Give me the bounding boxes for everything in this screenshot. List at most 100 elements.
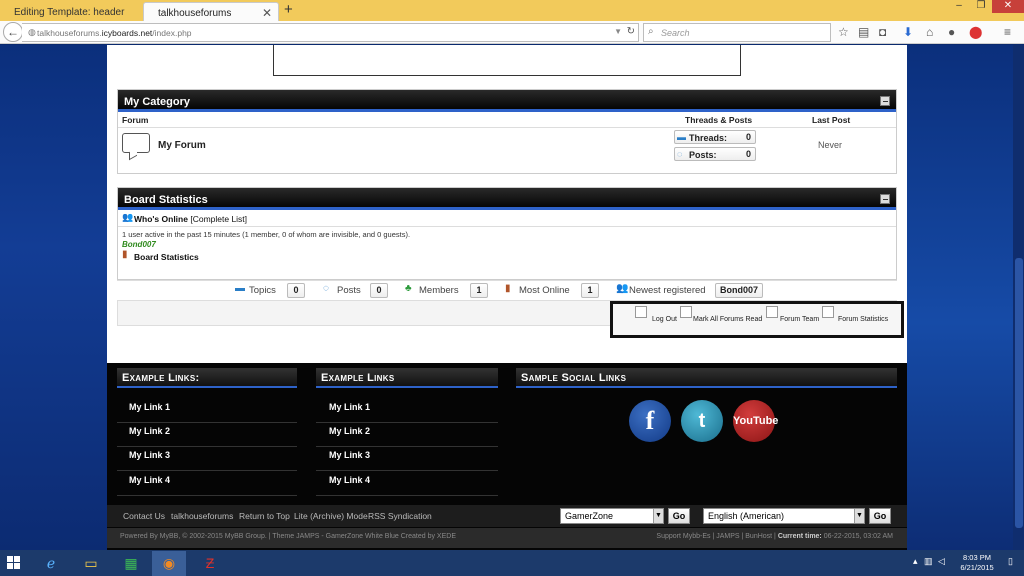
close-tab-icon[interactable]: ✕ — [262, 6, 272, 20]
newest-label: Newest registered — [629, 285, 706, 296]
footer-col3-title: Sample Social Links — [516, 368, 897, 388]
contact-us-link[interactable]: Contact Us — [123, 511, 165, 521]
theme-go-button[interactable]: Go — [668, 508, 690, 524]
online-summary: 1 user active in the past 15 minutes (1 … — [122, 230, 411, 239]
url-bar[interactable]: ◍ talkhouseforums.icyboards.net/index.ph… — [22, 23, 639, 42]
tab-title: Editing Template: header — [14, 7, 125, 18]
footer-link[interactable]: My Link 2 — [129, 426, 170, 436]
firefox-icon[interactable]: ◉ — [152, 551, 186, 576]
excel-icon[interactable]: ▦ — [114, 551, 148, 576]
most-online-value: 1 — [581, 283, 599, 298]
new-tab-button[interactable]: + — [284, 1, 293, 18]
footer-divider — [316, 495, 498, 496]
category-column-headers: Forum Threads & Posts Last Post — [118, 112, 896, 128]
collapse-icon[interactable] — [880, 96, 890, 106]
network-icon[interactable]: ▥ — [924, 556, 933, 567]
rss-link[interactable]: RSS Syndication — [368, 511, 432, 521]
most-online-label: Most Online — [519, 285, 570, 296]
footer-divider — [117, 495, 297, 496]
navigation-toolbar: ← ◍ talkhouseforums.icyboards.net/index.… — [0, 21, 1024, 44]
posts-stat-value: 0 — [370, 283, 388, 298]
menu-icon[interactable]: ≡ — [1004, 25, 1011, 39]
language-select-value: English (American) — [708, 511, 785, 521]
site-home-link[interactable]: talkhouseforums — [171, 511, 233, 521]
whos-online-link[interactable]: Who's Online — [134, 214, 188, 224]
tab-title: talkhouseforums — [158, 8, 232, 19]
theme-select[interactable]: GamerZone ▼ — [560, 508, 664, 524]
taskbar-clock[interactable]: 8:03 PM 6/21/2015 — [952, 553, 1002, 573]
newest-member-link[interactable]: Bond007 — [715, 283, 763, 298]
tab-talkhouseforums[interactable]: talkhouseforums ✕ — [143, 2, 279, 21]
bookmarks-list-icon[interactable]: ▤ — [858, 25, 869, 39]
download-icon[interactable]: ⬇ — [903, 25, 913, 39]
online-user-link[interactable]: Bond007 — [122, 240, 156, 249]
members-icon: ♣ — [405, 283, 412, 294]
footer-link[interactable]: My Link 4 — [129, 475, 170, 485]
user-links-box: Log Out Mark All Forums Read Forum Team … — [610, 301, 904, 338]
url-text: talkhouseforums.icyboards.net/index.php — [37, 28, 192, 38]
tray-arrow-icon[interactable]: ▴ — [913, 556, 918, 567]
filezilla-icon[interactable]: Ƶ — [193, 551, 227, 576]
restore-icon[interactable]: ❐ — [970, 0, 992, 13]
collapse-icon[interactable] — [880, 194, 890, 204]
posts-icon: ◌ — [677, 149, 683, 159]
addon-badge-icon[interactable]: ⬤ — [969, 25, 982, 39]
tab-editing-template[interactable]: Editing Template: header — [0, 2, 142, 21]
footer-divider — [316, 470, 498, 471]
forum-row: My Forum ▬ Threads: 0 ◌ Posts: 0 Never — [118, 128, 896, 168]
whos-online-row: 👥 Who's Online [Complete List] — [118, 210, 896, 227]
file-explorer-icon[interactable]: ▭ — [74, 551, 108, 576]
home-icon[interactable]: ⌂ — [926, 25, 933, 39]
stats-chart-icon: ▮ — [122, 249, 128, 260]
copyright-text: Powered By MyBB, © 2002-2015 MyBB Group.… — [120, 533, 456, 540]
reload-icon[interactable]: ↻ — [627, 26, 635, 37]
lite-mode-link[interactable]: Lite (Archive) Mode — [294, 511, 368, 521]
users-icon: 👥 — [122, 212, 134, 222]
footer-link[interactable]: My Link 1 — [329, 402, 370, 412]
forum-link[interactable]: My Forum — [158, 140, 206, 151]
youtube-icon[interactable]: YouTube — [733, 400, 778, 442]
windows-start-icon[interactable] — [7, 556, 21, 570]
col-last-post: Last Post — [812, 115, 851, 125]
posts-stat-label: Posts — [337, 285, 361, 296]
minimize-icon[interactable]: – — [948, 0, 970, 13]
facebook-icon[interactable]: f — [629, 400, 671, 442]
chat-icon[interactable]: ● — [948, 25, 955, 39]
support-and-time: Support Mybb-Es | JAMPS | BunHost | Curr… — [656, 533, 893, 540]
footer-link[interactable]: My Link 3 — [329, 450, 370, 460]
language-go-button[interactable]: Go — [869, 508, 891, 524]
back-button[interactable]: ← — [3, 22, 23, 42]
volume-icon[interactable]: ◁ — [938, 556, 945, 567]
notifications-icon[interactable]: ▯ — [1008, 556, 1013, 567]
category-title[interactable]: My Category — [124, 96, 190, 108]
chevron-down-icon: ▼ — [854, 509, 864, 523]
language-select[interactable]: English (American) ▼ — [703, 508, 865, 524]
return-to-top-link[interactable]: Return to Top — [239, 511, 290, 521]
topics-value: 0 — [287, 283, 305, 298]
members-label: Members — [419, 285, 459, 296]
window-close-icon[interactable]: ✕ — [992, 0, 1024, 13]
search-icon: ⌕ — [648, 26, 654, 37]
twitter-icon[interactable]: t — [681, 400, 723, 442]
footer-link[interactable]: My Link 1 — [129, 402, 170, 412]
pocket-icon[interactable]: ◘ — [879, 25, 886, 39]
topics-icon: ▬ — [235, 283, 245, 294]
footer-divider — [117, 422, 297, 423]
newest-member-icon: 👥 — [616, 283, 629, 294]
footer-divider — [117, 470, 297, 471]
history-dropdown-icon[interactable]: ▼ — [614, 27, 622, 36]
footer-link[interactable]: My Link 4 — [329, 475, 370, 485]
footer-link[interactable]: My Link 3 — [129, 450, 170, 460]
document-icon — [635, 306, 647, 318]
category-table: My Category Forum Threads & Posts Last P… — [117, 89, 897, 174]
online-info: 1 user active in the past 15 minutes (1 … — [118, 227, 896, 249]
threads-count: ▬ Threads: 0 — [674, 130, 756, 144]
threads-icon: ▬ — [677, 132, 686, 142]
scrollbar-thumb[interactable] — [1015, 258, 1023, 528]
col-threads-posts: Threads & Posts — [685, 115, 753, 125]
complete-list-link[interactable]: [Complete List] — [190, 214, 247, 224]
bookmark-star-icon[interactable]: ☆ — [838, 25, 849, 39]
footer-link[interactable]: My Link 2 — [329, 426, 370, 436]
search-bar[interactable]: ⌕ Search — [643, 23, 831, 42]
internet-explorer-icon[interactable]: ℯ — [34, 551, 68, 576]
